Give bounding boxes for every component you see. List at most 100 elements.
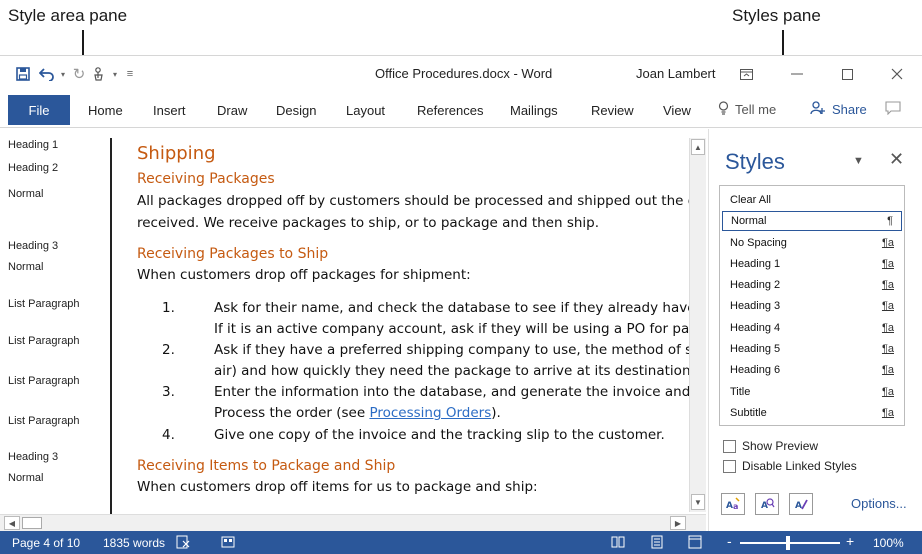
heading-3: Receiving Items to Package and Ship — [137, 458, 396, 474]
tab-home[interactable]: Home — [88, 103, 123, 118]
styles-pane-callout: Styles pane — [732, 6, 821, 25]
quick-access-toolbar: ▾ ↻ ▾ ≡ — [10, 56, 138, 92]
processing-orders-link[interactable]: Processing Orders — [369, 405, 491, 421]
style-area-pane-callout: Style area pane — [8, 6, 128, 25]
pane-options-dropdown-icon[interactable]: ▼ — [853, 155, 864, 167]
linked-style-icon: ¶a — [881, 322, 894, 334]
list-item-text: Process the order (see — [214, 405, 370, 421]
style-item-label: Subtitle — [730, 407, 767, 419]
customize-qat-icon[interactable]: ≡ — [122, 56, 138, 92]
scroll-left-icon[interactable]: ◀ — [4, 516, 20, 530]
style-area-label: List Paragraph — [8, 335, 80, 347]
tab-review[interactable]: Review — [591, 103, 634, 118]
tab-file[interactable]: File — [8, 95, 70, 125]
styles-pane-title: Styles — [725, 149, 785, 174]
close-icon[interactable] — [882, 62, 912, 86]
zoom-in-button[interactable]: + — [846, 533, 854, 549]
style-item-heading-3[interactable]: Heading 3 ¶a — [722, 296, 902, 316]
new-style-icon[interactable]: Aa — [721, 493, 745, 515]
document-page[interactable]: Shipping Receiving Packages All packages… — [112, 129, 689, 514]
web-layout-icon[interactable] — [688, 535, 702, 552]
zoom-slider-thumb[interactable] — [786, 536, 790, 550]
heading-2: Receiving Packages — [137, 171, 275, 187]
style-item-heading-6[interactable]: Heading 6 ¶a — [722, 360, 902, 380]
paragraph-line: received. We receive packages to ship, o… — [137, 215, 600, 231]
manage-styles-icon[interactable]: A — [789, 493, 813, 515]
show-preview-option[interactable]: Show Preview — [723, 439, 818, 453]
style-item-subtitle[interactable]: Subtitle ¶a — [722, 403, 902, 423]
style-item-no-spacing[interactable]: No Spacing ¶a — [722, 233, 902, 253]
style-item-heading-2[interactable]: Heading 2 ¶a — [722, 275, 902, 295]
tab-draw[interactable]: Draw — [217, 103, 247, 118]
print-layout-icon[interactable] — [650, 535, 664, 552]
style-item-title[interactable]: Title ¶a — [722, 382, 902, 402]
minimize-icon[interactable] — [782, 62, 812, 86]
tab-design[interactable]: Design — [276, 103, 316, 118]
status-bar: Page 4 of 10 1835 words - + 100% — [0, 531, 922, 554]
horizontal-scroll-thumb[interactable] — [22, 517, 42, 529]
disable-linked-styles-checkbox[interactable] — [723, 459, 736, 473]
touch-dropdown-icon[interactable]: ▾ — [108, 56, 122, 92]
tab-references[interactable]: References — [417, 103, 483, 118]
zoom-slider-track[interactable] — [740, 542, 840, 544]
user-name[interactable]: Joan Lambert — [636, 66, 716, 81]
tell-me-box[interactable]: Tell me — [718, 101, 776, 118]
tab-layout[interactable]: Layout — [346, 103, 385, 118]
style-inspector-icon[interactable]: A — [755, 493, 779, 515]
word-count[interactable]: 1835 words — [103, 536, 165, 550]
maximize-icon[interactable] — [832, 62, 862, 86]
disable-linked-styles-option[interactable]: Disable Linked Styles — [723, 459, 857, 473]
paragraph-line: When customers drop off packages for shi… — [137, 267, 471, 283]
redo-icon[interactable]: ↻ — [68, 56, 90, 92]
tab-mailings[interactable]: Mailings — [510, 103, 558, 118]
list-item-line: Enter the information into the database,… — [214, 384, 689, 400]
close-pane-icon[interactable]: ✕ — [889, 149, 904, 170]
style-item-normal[interactable]: Normal ¶ — [722, 211, 902, 231]
options-link[interactable]: Options... — [851, 496, 907, 511]
style-area-label: Heading 2 — [8, 162, 59, 174]
macro-record-icon[interactable] — [221, 535, 235, 552]
linked-style-icon: ¶a — [881, 279, 894, 291]
linked-style-icon: ¶a — [881, 300, 894, 312]
share-label: Share — [832, 102, 867, 117]
zoom-level[interactable]: 100% — [873, 536, 904, 550]
horizontal-scrollbar[interactable]: ◀ ▶ — [0, 514, 706, 531]
vertical-scrollbar[interactable]: ▲ ▼ — [689, 138, 706, 512]
ribbon-tabs: File Home Insert Draw Design Layout Refe… — [0, 92, 922, 128]
linked-style-icon: ¶a — [881, 237, 894, 249]
style-item-heading-4[interactable]: Heading 4 ¶a — [722, 318, 902, 338]
scroll-up-icon[interactable]: ▲ — [691, 139, 705, 155]
proofing-icon[interactable] — [176, 535, 190, 552]
heading-1: Shipping — [137, 143, 216, 164]
style-item-heading-1[interactable]: Heading 1 ¶a — [722, 254, 902, 274]
scroll-down-icon[interactable]: ▼ — [691, 494, 705, 510]
styles-list: Clear All Normal ¶ No Spacing ¶a Heading 1… — [719, 185, 905, 426]
style-item-label: Heading 3 — [730, 300, 781, 312]
list-number: 2. — [162, 342, 175, 358]
linked-style-icon: ¶a — [881, 386, 894, 398]
undo-dropdown-icon[interactable]: ▾ — [58, 56, 68, 92]
undo-icon[interactable] — [36, 56, 58, 92]
list-item-text: ). — [491, 405, 501, 421]
linked-style-icon: ¶a — [881, 258, 894, 270]
style-item-clear-all[interactable]: Clear All — [722, 190, 902, 210]
ribbon-display-options-icon[interactable] — [731, 62, 761, 86]
style-item-label: No Spacing — [730, 237, 787, 249]
list-number: 1. — [162, 300, 175, 316]
share-button[interactable]: Share — [810, 101, 867, 118]
style-item-label: Heading 1 — [730, 258, 781, 270]
comment-icon[interactable] — [885, 101, 901, 119]
page-count[interactable]: Page 4 of 10 — [12, 536, 80, 550]
zoom-out-button[interactable]: - — [727, 533, 732, 549]
style-item-heading-5[interactable]: Heading 5 ¶a — [722, 339, 902, 359]
show-preview-checkbox[interactable] — [723, 439, 736, 453]
read-mode-icon[interactable] — [611, 535, 625, 552]
tab-view[interactable]: View — [663, 103, 691, 118]
tab-insert[interactable]: Insert — [153, 103, 186, 118]
style-item-label: Heading 2 — [730, 279, 781, 291]
save-icon[interactable] — [10, 56, 36, 92]
list-item-line: Ask for their name, and check the databa… — [214, 300, 689, 316]
touch-mode-icon[interactable] — [90, 56, 108, 92]
title-bar: ▾ ↻ ▾ ≡ Office Procedures.docx - Word Jo… — [0, 56, 922, 92]
scroll-right-icon[interactable]: ▶ — [670, 516, 686, 530]
